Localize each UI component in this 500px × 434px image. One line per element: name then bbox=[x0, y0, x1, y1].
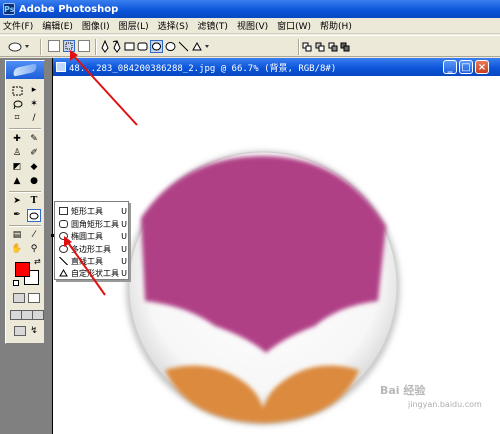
zoom-tool-icon[interactable]: ⚲ bbox=[27, 243, 41, 256]
rounded-rectangle-icon bbox=[59, 220, 68, 228]
flyout-shortcut: U bbox=[121, 244, 127, 254]
flyout-rectangle-tool[interactable]: 矩形工具 U bbox=[55, 205, 128, 217]
line-icon bbox=[59, 257, 68, 265]
eyedropper-icon[interactable]: ⁄ bbox=[27, 229, 41, 242]
menu-layer[interactable]: 图层(L) bbox=[119, 19, 149, 32]
paths-icon[interactable] bbox=[63, 40, 75, 52]
flyout-label: 直线工具 bbox=[71, 256, 103, 266]
lasso-tool-icon[interactable] bbox=[10, 98, 24, 111]
swap-colors-icon[interactable]: ⇄ bbox=[34, 257, 41, 266]
photoshop-app-icon: Ps bbox=[3, 3, 15, 15]
rectangle-icon[interactable] bbox=[124, 40, 135, 53]
close-button[interactable]: × bbox=[475, 60, 489, 74]
flyout-label: 椭圆工具 bbox=[71, 231, 103, 241]
standard-mode-icon[interactable] bbox=[13, 293, 25, 303]
slice-tool-icon[interactable]: ∕ bbox=[27, 112, 41, 125]
menu-view[interactable]: 视图(V) bbox=[237, 19, 268, 32]
shape-tool-flyout: 矩形工具 U 圆角矩形工具 U 椭圆工具 U 多边形工具 U 直线工具 U 自定… bbox=[51, 201, 129, 280]
quick-mask-mode-icon[interactable] bbox=[28, 293, 40, 303]
menu-window[interactable]: 窗口(W) bbox=[277, 19, 311, 32]
polygon-icon bbox=[59, 245, 68, 253]
custom-shape-icon bbox=[59, 269, 68, 277]
path-selection-icon[interactable]: ➤ bbox=[10, 195, 24, 208]
exclude-icon[interactable] bbox=[340, 40, 351, 53]
default-colors-icon[interactable] bbox=[13, 280, 19, 286]
blur-tool-icon[interactable]: ▲ bbox=[10, 175, 24, 188]
fill-pixels-icon[interactable] bbox=[78, 40, 90, 52]
options-bar bbox=[0, 35, 500, 57]
menu-image[interactable]: 图像(I) bbox=[82, 19, 110, 32]
add-icon[interactable] bbox=[302, 40, 313, 53]
rounded-rectangle-icon[interactable] bbox=[137, 40, 148, 53]
menu-help[interactable]: 帮助(H) bbox=[320, 19, 352, 32]
toolbox-header[interactable] bbox=[6, 61, 44, 79]
brush-tool-icon[interactable]: ✎ bbox=[27, 133, 41, 146]
watermark-url: jingyan.baidu.com bbox=[408, 400, 482, 409]
flyout-label: 自定形状工具 bbox=[71, 268, 119, 278]
flyout-ellipse-tool[interactable]: 椭圆工具 U bbox=[51, 230, 128, 242]
flyout-rounded-rectangle-tool[interactable]: 圆角矩形工具 U bbox=[55, 218, 128, 230]
flyout-line-tool[interactable]: 直线工具 U bbox=[55, 255, 128, 267]
document-icon bbox=[56, 62, 66, 72]
flyout-label: 多边形工具 bbox=[71, 244, 111, 254]
line-icon[interactable] bbox=[178, 40, 189, 53]
history-brush-icon[interactable]: ✐ bbox=[27, 147, 41, 160]
maximize-button[interactable]: □ bbox=[459, 60, 473, 74]
type-tool-icon[interactable]: T bbox=[27, 195, 41, 208]
clone-stamp-icon[interactable]: ♙ bbox=[10, 147, 24, 160]
flyout-label: 圆角矩形工具 bbox=[71, 219, 119, 229]
foreground-color-swatch[interactable] bbox=[15, 262, 30, 277]
toolbox: ▸ ✶ ⌗ ∕ ✚ ✎ ♙ ✐ ◩ ◆ ▲ ● ➤ T ✒ ▤ ⁄ ✋ ⚲ ⇄ … bbox=[5, 60, 45, 344]
healing-brush-icon[interactable]: ✚ bbox=[10, 133, 24, 146]
flyout-custom-shape-tool[interactable]: 自定形状工具 U bbox=[55, 267, 128, 279]
flyout-shortcut: U bbox=[121, 256, 127, 266]
notes-tool-icon[interactable]: ▤ bbox=[10, 229, 24, 242]
flyout-shortcut: U bbox=[121, 268, 127, 278]
tool-preset-picker[interactable] bbox=[6, 40, 32, 53]
minimize-button[interactable]: _ bbox=[443, 60, 457, 74]
hand-tool-icon[interactable]: ✋ bbox=[10, 243, 24, 256]
magic-wand-icon[interactable]: ✶ bbox=[27, 98, 41, 111]
feather-icon bbox=[12, 63, 38, 77]
ellipse-icon[interactable] bbox=[150, 40, 163, 53]
flyout-shortcut: U bbox=[121, 231, 127, 241]
app-title-bar[interactable]: Ps Adobe Photoshop bbox=[0, 0, 500, 18]
freeform-pen-icon[interactable] bbox=[112, 39, 122, 53]
ellipse-icon bbox=[59, 232, 68, 240]
menu-select[interactable]: 选择(S) bbox=[158, 19, 189, 32]
flyout-shortcut: U bbox=[121, 206, 127, 216]
shape-layers-icon[interactable] bbox=[48, 40, 60, 52]
flyout-polygon-tool[interactable]: 多边形工具 U bbox=[55, 243, 128, 255]
subtract-icon[interactable] bbox=[315, 40, 326, 53]
paint-bucket-icon[interactable]: ◆ bbox=[27, 161, 41, 174]
watermark: Bai 经验 bbox=[380, 384, 426, 397]
menu-bar: 文件(F) 编辑(E) 图像(I) 图层(L) 选择(S) 滤镜(T) 视图(V… bbox=[0, 18, 500, 34]
document-title: 48...283_084200386288_2.jpg @ 66.7% (背景,… bbox=[69, 63, 337, 74]
current-tool-marker bbox=[51, 234, 54, 237]
full-screen-mode-icon[interactable] bbox=[32, 310, 44, 320]
rectangle-icon bbox=[59, 207, 68, 215]
jump-to-imageready-icon[interactable] bbox=[14, 326, 26, 336]
flyout-shortcut: U bbox=[121, 219, 127, 229]
menu-edit[interactable]: 编辑(E) bbox=[42, 19, 73, 32]
flyout-label: 矩形工具 bbox=[71, 206, 103, 216]
intersect-icon[interactable] bbox=[328, 40, 339, 53]
shape-tool-icon[interactable] bbox=[27, 209, 41, 222]
custom-shape-icon[interactable] bbox=[191, 40, 213, 53]
imageready-icon[interactable]: ↯ bbox=[27, 325, 41, 338]
eraser-icon[interactable]: ◩ bbox=[10, 161, 24, 174]
menu-file[interactable]: 文件(F) bbox=[3, 19, 33, 32]
app-title: Adobe Photoshop bbox=[19, 3, 119, 15]
crop-tool-icon[interactable]: ⌗ bbox=[10, 112, 24, 125]
dodge-tool-icon[interactable]: ● bbox=[27, 175, 41, 188]
polygon-icon[interactable] bbox=[165, 40, 176, 53]
document-title-bar[interactable]: 48...283_084200386288_2.jpg @ 66.7% (背景,… bbox=[53, 58, 500, 76]
menu-filter[interactable]: 滤镜(T) bbox=[197, 19, 228, 32]
move-tool-icon[interactable]: ▸ bbox=[27, 84, 41, 97]
marquee-tool-icon[interactable] bbox=[10, 84, 24, 97]
pen-icon[interactable] bbox=[100, 39, 110, 53]
pen-tool-icon[interactable]: ✒ bbox=[10, 209, 24, 222]
